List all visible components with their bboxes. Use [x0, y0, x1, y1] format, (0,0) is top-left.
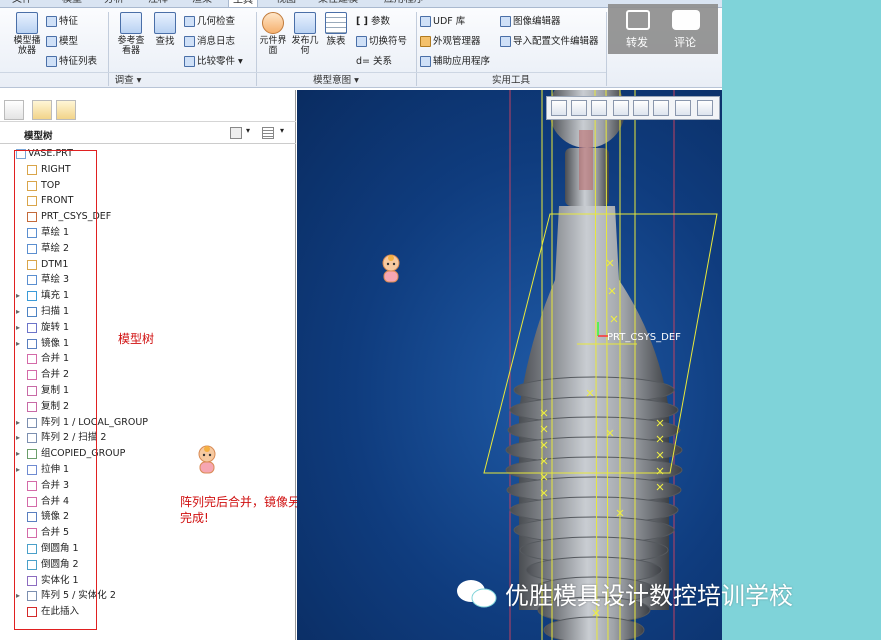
watermark-text: 优胜模具设计数控培训学校: [505, 582, 793, 610]
reference-viewer-icon: [120, 12, 142, 34]
zoom-in-icon[interactable]: [571, 100, 587, 116]
feature-button[interactable]: 特征: [46, 16, 78, 27]
model-player-icon: [16, 12, 38, 34]
csys-label: PRT_CSYS_DEF: [607, 332, 681, 343]
reference-viewer-button[interactable]: 参考查看器: [114, 12, 148, 56]
publish-geometry-button[interactable]: 发布几何: [290, 12, 320, 56]
navigator-panel: 模型树 ▾ ▾ VASE.PRT RIGHT TOP FRONT PRT_CSYS_DE…: [0, 90, 384, 640]
vase-model: PRT_CSYS_DEF: [382, 90, 718, 640]
appearance-manager-icon: [420, 36, 431, 47]
relations-icon: d=: [356, 56, 370, 67]
view-toolbar: [546, 96, 720, 120]
find-button[interactable]: 查找: [152, 12, 178, 47]
compare-parts-icon: [184, 56, 195, 67]
switch-symbols-icon: [356, 36, 367, 47]
feature-list-button[interactable]: 特征列表: [46, 56, 97, 67]
baby-emoji-icon: [196, 445, 218, 478]
saved-orientations-icon[interactable]: [653, 100, 669, 116]
publish-geometry-icon: [294, 12, 316, 34]
import-config-editor-button[interactable]: 导入配置文件编辑器: [500, 36, 599, 47]
model-tree-header: 模型树 ▾ ▾: [0, 124, 296, 144]
message-log-icon: [184, 36, 195, 47]
auxiliary-applications-button[interactable]: 辅助应用程序: [420, 56, 490, 67]
group-utilities: 实用工具: [416, 72, 606, 88]
tab-annotate[interactable]: 注释: [144, 0, 172, 7]
zoom-out-icon[interactable]: [591, 100, 607, 116]
comment-icon[interactable]: [672, 10, 700, 30]
model-icon: [46, 36, 57, 47]
switch-symbols-button[interactable]: 切换符号: [356, 36, 407, 47]
tree-columns-icon[interactable]: [262, 127, 274, 139]
image-editor-icon: [500, 16, 511, 27]
udf-library-button[interactable]: UDF 库: [420, 16, 465, 27]
model-tree-tab-icon[interactable]: [4, 100, 24, 120]
import-config-editor-icon: [500, 36, 511, 47]
appearance-manager-button[interactable]: 外观管理器: [420, 36, 481, 47]
parameters-button[interactable]: [ ] 参数: [356, 16, 390, 27]
folder-browser-tab-icon[interactable]: [32, 100, 52, 120]
annotation-note-line2: 完成!: [180, 511, 209, 525]
geometry-check-icon: [184, 16, 195, 27]
relations-button[interactable]: d= 关系: [356, 56, 392, 67]
tab-applications[interactable]: 应用程序: [380, 0, 428, 7]
family-table-button[interactable]: 族表: [322, 12, 350, 47]
message-log-button[interactable]: 消息日志: [184, 36, 235, 47]
group-investigate[interactable]: 调查 ▾: [0, 72, 256, 88]
tab-render[interactable]: 渲染: [188, 0, 216, 7]
auxiliary-applications-icon: [420, 56, 431, 67]
group-model-intent[interactable]: 模型意图 ▾: [256, 72, 416, 88]
favorites-tab-icon[interactable]: [56, 100, 76, 120]
binoculars-icon: [154, 12, 176, 34]
creo-window: 文件 模型 分析 注释 渲染 工具 视图 柔性建模 应用程序 模型播放器 特征 …: [0, 0, 722, 640]
tab-file[interactable]: 文件: [8, 0, 36, 7]
tab-analysis[interactable]: 分析: [100, 0, 128, 7]
family-table-icon: [325, 12, 347, 34]
udf-library-icon: [420, 16, 431, 27]
geometry-check-button[interactable]: 几何检查: [184, 16, 235, 27]
feature-list-icon: [46, 56, 57, 67]
tab-tools[interactable]: 工具: [228, 0, 258, 7]
graphics-viewport[interactable]: PRT_CSYS_DEF: [297, 90, 722, 640]
tree-annotation-label: 模型树: [118, 332, 155, 346]
tab-view[interactable]: 视图: [272, 0, 300, 7]
navigator-toolbar: [0, 90, 296, 122]
tree-settings-icon[interactable]: [230, 127, 242, 139]
model-button[interactable]: 模型: [46, 36, 78, 47]
display-style-icon[interactable]: [633, 100, 649, 116]
comment-button[interactable]: 评论: [674, 34, 696, 50]
tab-flexible-modeling[interactable]: 柔性建模: [314, 0, 362, 7]
component-interface-icon: [262, 12, 284, 34]
highlight-box: [14, 150, 97, 630]
forward-button[interactable]: 转发: [626, 34, 648, 50]
model-tree-title: 模型树: [24, 131, 53, 142]
wechat-icon: [457, 580, 497, 608]
image-editor-button[interactable]: 图像编辑器: [500, 16, 561, 27]
model-player-button[interactable]: 模型播放器: [10, 12, 44, 56]
baby-emoji-icon: [382, 254, 400, 283]
tree-settings-dropdown-icon[interactable]: ▾: [246, 126, 250, 135]
view-manager-icon[interactable]: [675, 100, 691, 116]
feature-icon: [46, 16, 57, 27]
forward-icon[interactable]: [626, 10, 650, 30]
compare-parts-button[interactable]: 比较零件 ▾: [184, 56, 243, 67]
braces-icon: [ ]: [356, 16, 368, 27]
component-interface-button[interactable]: 元件界面: [258, 12, 288, 56]
tab-model[interactable]: 模型: [58, 0, 86, 7]
repaint-icon[interactable]: [613, 100, 629, 116]
datum-display-icon[interactable]: [697, 100, 713, 116]
share-overlay: 转发 评论: [608, 4, 718, 54]
refit-icon[interactable]: [551, 100, 567, 116]
tree-columns-dropdown-icon[interactable]: ▾: [280, 126, 284, 135]
